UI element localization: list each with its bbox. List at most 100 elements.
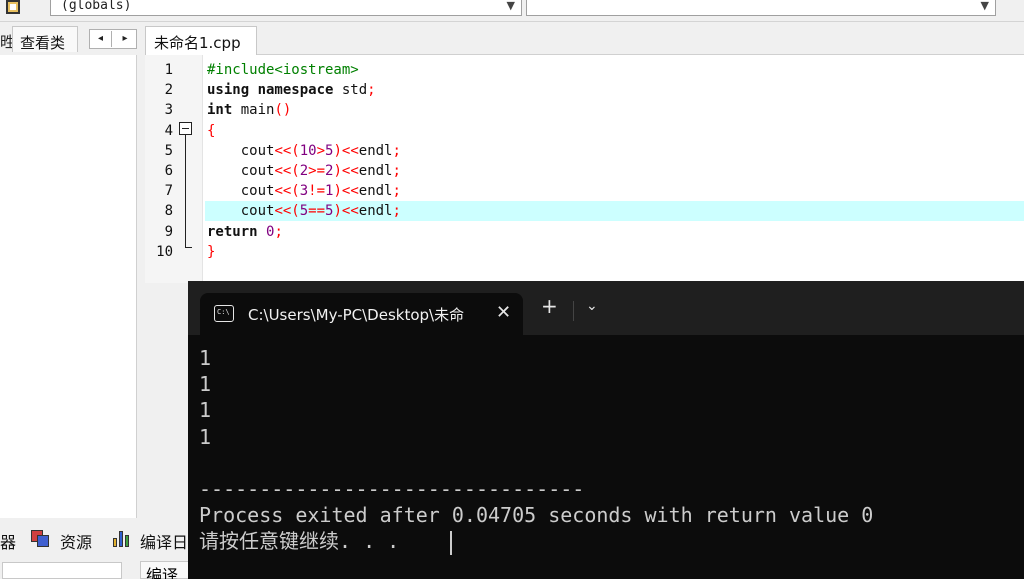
console-icon (214, 305, 234, 322)
class-browser-panel[interactable] (0, 55, 137, 518)
code-line[interactable]: return 0; (207, 222, 283, 242)
code-token: <<( (274, 183, 300, 199)
tab-class-view[interactable]: 查看类 (12, 26, 78, 52)
code-token: )<< (333, 163, 359, 179)
toolbar: (globals) ▼ ▼ (0, 0, 1024, 22)
terminal-output-line: Process exited after 0.04705 seconds wit… (199, 503, 874, 527)
line-number: 4 (164, 123, 173, 139)
line-number: 10 (156, 244, 173, 260)
line-number: 9 (164, 224, 173, 240)
code-token: cout (207, 183, 275, 199)
code-token: endl (358, 163, 393, 179)
fold-guide (185, 135, 186, 247)
code-token: { (207, 123, 216, 139)
terminal-output-line: 1 (199, 425, 212, 449)
code-editor[interactable]: 1 #include<iostream> 2 using namespace std;… (145, 55, 1024, 283)
code-token: )<< (333, 203, 359, 219)
terminal-tab-title: C:\Users\My-PC\Desktop\未命 (248, 306, 465, 324)
terminal-output[interactable]: 1 1 1 1 -------------------------------- Proc… (188, 335, 1024, 579)
line-number: 8 (164, 203, 173, 219)
code-token: 2 (299, 163, 309, 179)
terminal-window[interactable]: C:\Users\My-PC\Desktop\未命 ✕ + ⌄ 1111----… (188, 281, 1024, 579)
code-line[interactable]: using namespace std; (207, 80, 376, 100)
line-number: 6 (164, 163, 173, 179)
code-token: endl (358, 203, 393, 219)
code-token: )<< (333, 143, 359, 159)
code-token: ; (392, 143, 401, 159)
code-token: #include<iostream> (207, 62, 359, 78)
code-token: main (232, 102, 275, 118)
scroll-left-icon[interactable]: ◂ (90, 31, 112, 47)
code-token: <<( (274, 143, 300, 159)
fold-guide-end (185, 247, 192, 248)
code-token: return (207, 224, 258, 240)
code-token: )<< (333, 183, 359, 199)
terminal-tab[interactable]: C:\Users\My-PC\Desktop\未命 ✕ (200, 293, 523, 335)
code-token: } (207, 244, 216, 260)
editor-tabbar: 未命名1.cpp (145, 24, 1024, 56)
code-token: using namespace (207, 82, 334, 98)
code-line[interactable]: cout<<(5==5)<<endl; (207, 201, 401, 221)
tab-resources[interactable]: 资源 (60, 529, 92, 553)
code-token: != (308, 183, 326, 199)
line-number: 7 (164, 183, 173, 199)
code-token: endl (358, 143, 393, 159)
code-token: >= (308, 163, 326, 179)
code-token: <<( (274, 203, 300, 219)
terminal-output-line: 1 (199, 346, 212, 370)
tab-file[interactable]: 未命名1.cpp (145, 26, 257, 56)
code-token: 3 (299, 183, 309, 199)
text-cursor (450, 531, 452, 555)
chevron-down-icon[interactable]: ⌄ (586, 298, 598, 314)
code-token: > (316, 143, 326, 159)
bottom-panel-label: 编译 (140, 561, 192, 579)
tab-scroll-buttons: ◂ ▸ (89, 29, 137, 49)
code-line[interactable]: cout<<(2>=2)<<endl; (207, 161, 401, 181)
code-line[interactable]: cout<<(3!=1)<<endl; (207, 181, 401, 201)
line-number: 2 (164, 82, 173, 98)
code-line[interactable]: int main() (207, 100, 291, 120)
close-icon[interactable]: ✕ (496, 302, 511, 323)
scope-combo[interactable]: (globals) ▼ (50, 0, 522, 16)
code-token: ; (367, 82, 376, 98)
left-panel-tabs: 甠 查看类 ◂ ▸ (0, 24, 145, 54)
code-token: std (333, 82, 368, 98)
code-token: ; (392, 163, 401, 179)
fold-collapse-icon[interactable] (179, 122, 192, 135)
compile-log-icon (112, 529, 132, 547)
tab-compiler-partial[interactable]: 器 (0, 529, 16, 553)
terminal-output-line: 请按任意键继续. . . (199, 529, 400, 553)
resources-icon (31, 530, 51, 548)
bottom-panel-header: 编译 (0, 558, 192, 579)
code-token: () (274, 102, 292, 118)
member-combo[interactable]: ▼ (526, 0, 996, 16)
code-token: cout (207, 163, 275, 179)
line-number: 3 (164, 102, 173, 118)
code-line[interactable]: { (207, 121, 215, 141)
bottom-panel-field[interactable] (2, 562, 122, 579)
line-number: 5 (164, 143, 173, 159)
tab-compile-log[interactable]: 编译日 (140, 529, 188, 553)
titlebar-divider (573, 301, 574, 321)
chevron-down-icon[interactable]: ▼ (507, 0, 515, 12)
code-token: 5 (299, 203, 309, 219)
code-token: endl (358, 183, 393, 199)
terminal-titlebar: C:\Users\My-PC\Desktop\未命 ✕ + ⌄ (188, 281, 1024, 335)
code-line[interactable]: #include<iostream> (207, 60, 359, 80)
terminal-output-line: 1 (199, 372, 212, 396)
terminal-output-line: -------------------------------- (199, 477, 585, 501)
scroll-right-icon[interactable]: ▸ (114, 31, 136, 47)
chevron-down-icon[interactable]: ▼ (981, 0, 989, 12)
project-icon[interactable] (2, 0, 24, 18)
code-token: cout (207, 203, 275, 219)
new-tab-icon[interactable]: + (541, 296, 558, 316)
code-line[interactable]: cout<<(10>5)<<endl; (207, 141, 401, 161)
bottom-panel-tabs: 器 资源 编译日 (0, 523, 190, 557)
code-line[interactable]: } (207, 242, 215, 262)
code-token: cout (207, 143, 275, 159)
line-number: 1 (164, 62, 173, 78)
code-token: int (207, 102, 233, 118)
code-token: ; (274, 224, 283, 240)
code-token: 10 (299, 143, 317, 159)
